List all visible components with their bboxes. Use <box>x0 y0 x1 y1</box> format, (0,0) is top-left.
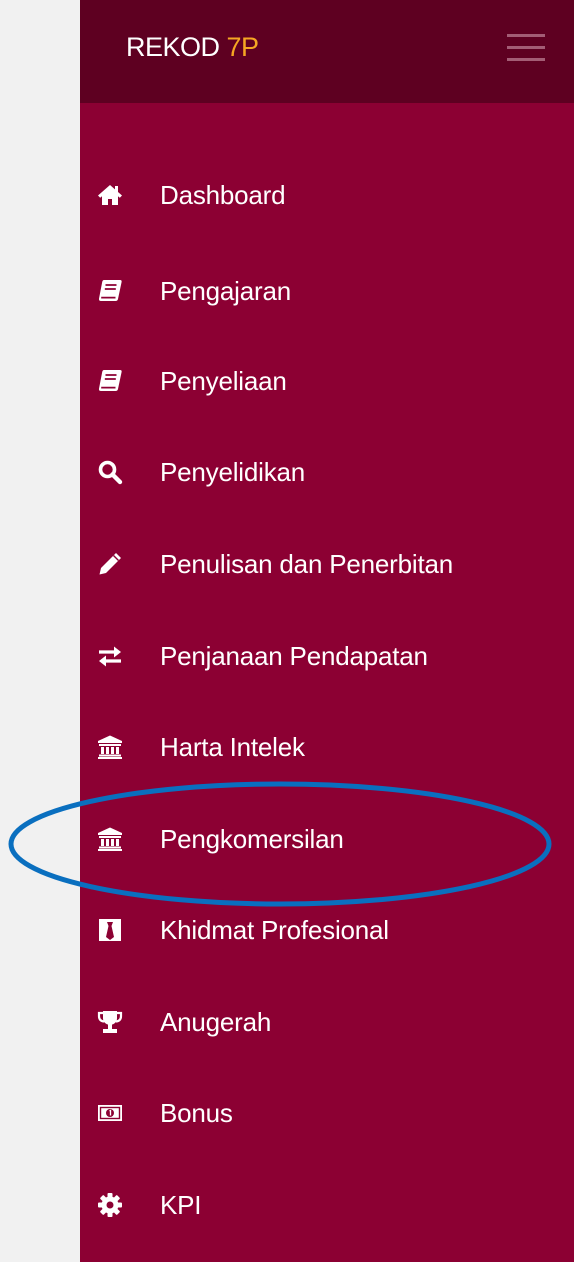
sidebar-item-anugerah[interactable]: Anugerah <box>80 992 574 1052</box>
sidebar-item-pengajaran[interactable]: Pengajaran <box>80 261 574 321</box>
book-icon <box>94 275 126 307</box>
sidebar-item-penjanaan-pendapatan[interactable]: Penjanaan Pendapatan <box>80 626 574 686</box>
institution-icon <box>94 731 126 763</box>
gear-icon <box>94 1189 126 1221</box>
app-brand[interactable]: REKOD 7P <box>126 32 259 63</box>
book-icon <box>94 365 126 397</box>
sidebar-item-label: Penjanaan Pendapatan <box>160 641 428 671</box>
sidebar-item-label: Dashboard <box>160 180 286 210</box>
pencil-icon <box>94 548 126 580</box>
sidebar-item-penulisan-dan-penerbitan[interactable]: Penulisan dan Penerbitan <box>80 534 574 594</box>
sidebar-item-label: Penyelidikan <box>160 457 306 487</box>
brand-accent: 7P <box>226 32 260 62</box>
sidebar-item-label: Penyeliaan <box>160 366 287 396</box>
home-icon <box>94 179 126 211</box>
sidebar-item-dashboard[interactable]: Dashboard <box>80 165 574 225</box>
institution-icon <box>94 823 126 855</box>
sidebar-item-label: Khidmat Profesional <box>160 915 389 945</box>
hamburger-icon[interactable] <box>507 32 545 66</box>
sidebar-item-bonus[interactable]: Bonus <box>80 1083 574 1143</box>
exchange-icon <box>94 640 126 672</box>
sidebar-item-label: Anugerah <box>160 1007 272 1037</box>
sidebar-item-label: Harta Intelek <box>160 732 305 762</box>
sidebar-item-label: Pengkomersilan <box>160 824 344 854</box>
black-tie-icon <box>94 914 126 946</box>
sidebar-item-khidmat-profesional[interactable]: Khidmat Profesional <box>80 900 574 960</box>
sidebar-item-label: Bonus <box>160 1098 233 1128</box>
sidebar: REKOD 7P Dashboard Pengajaran Penyeliaan… <box>80 0 574 1262</box>
sidebar-item-penyeliaan[interactable]: Penyeliaan <box>80 351 574 411</box>
sidebar-item-harta-intelek[interactable]: Harta Intelek <box>80 717 574 777</box>
search-icon <box>94 456 126 488</box>
trophy-icon <box>94 1006 126 1038</box>
brand-prefix: REKOD <box>126 32 227 62</box>
sidebar-item-pengkomersilan[interactable]: Pengkomersilan <box>80 809 574 869</box>
sidebar-item-label: Penulisan dan Penerbitan <box>160 549 453 579</box>
sidebar-item-penyelidikan[interactable]: Penyelidikan <box>80 442 574 502</box>
money-icon <box>94 1097 126 1129</box>
sidebar-item-kpi[interactable]: KPI <box>80 1175 574 1235</box>
sidebar-item-label: Pengajaran <box>160 276 291 306</box>
sidebar-item-label: KPI <box>160 1190 202 1220</box>
sidebar-header: REKOD 7P <box>80 0 574 103</box>
